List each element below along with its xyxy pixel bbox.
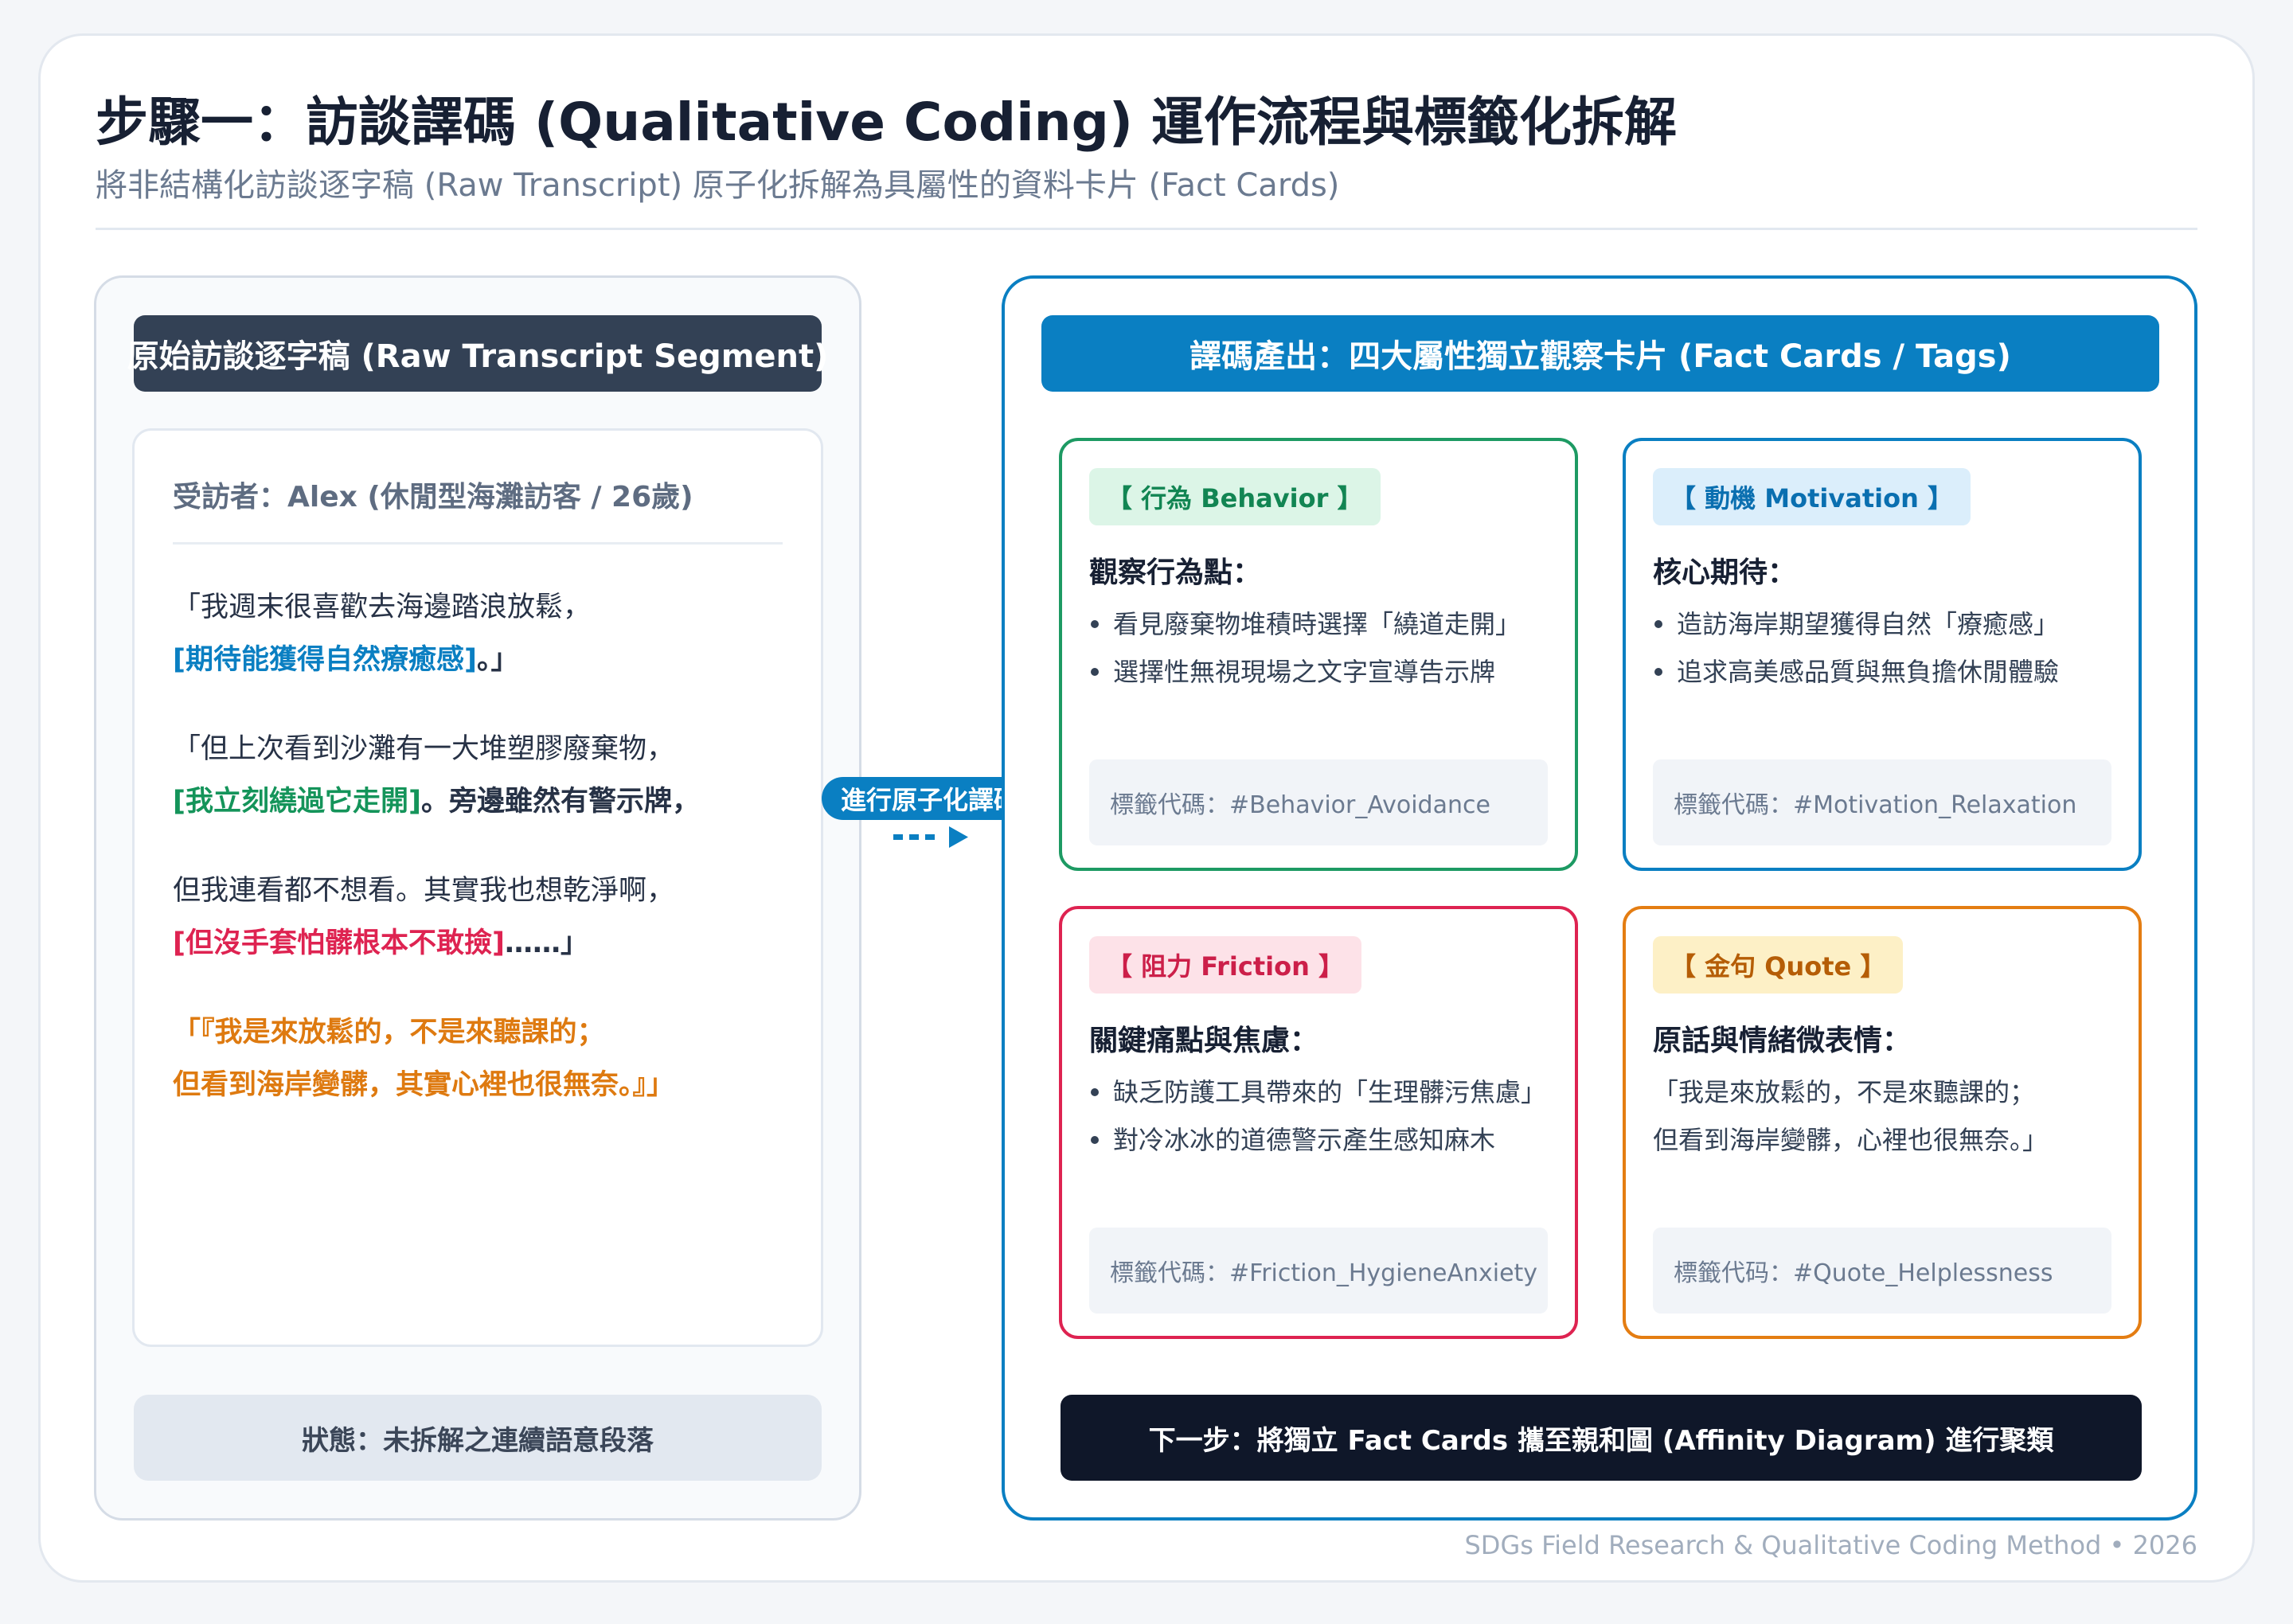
tag-code: 標籤代碼：#Friction_HygieneAnxiety [1089, 1228, 1548, 1314]
card-heading: 關鍵痛點與焦慮： [1089, 1025, 1319, 1057]
page-subtitle: 將非結構化訪談逐字稿 (Raw Transcript) 原子化拆解為具屬性的資料… [96, 167, 1340, 204]
list-item-text: 選擇性無視現場之文字宣導告示牌 [1113, 657, 1496, 687]
list-item: 選擇性無視現場之文字宣導告示牌 [1089, 648, 1521, 696]
behavior-highlight: [我立刻繞過它走開] [173, 786, 421, 818]
interviewee-label: 受訪者：Alex (休閒型海灘訪客 / 26歲) [173, 474, 783, 545]
list-item-text: 追求高美感品質與無負擔休閒體驗 [1677, 657, 2060, 687]
quote-tag: 【 金句 Quote 】 [1653, 936, 1904, 994]
list-item: 造訪海岸期望獲得自然「療癒感」 [1653, 600, 2059, 648]
transcript-line: 但我連看都不想看。其實我也想乾淨啊， [173, 875, 675, 907]
tag-code: 標籤代碼：#Motivation_Relaxation [1653, 759, 2111, 845]
quote-line: 「我是來放鬆的，不是來聽課的； [1653, 1077, 2036, 1107]
list-item: 缺乏防護工具帶來的「生理髒污焦慮」 [1089, 1068, 1546, 1116]
page-title: 步驟一：訪談譯碼 (Qualitative Coding) 運作流程與標籤化拆解 [96, 92, 1678, 153]
motivation-tag: 【 動機 Motivation 】 [1653, 468, 1971, 525]
transcript-line: [我立刻繞過它走開]。旁邊雖然有警示牌， [173, 775, 783, 828]
card-bullets: 看見廢棄物堆積時選擇「繞道走開」 選擇性無視現場之文字宣導告示牌 [1089, 600, 1521, 696]
list-item: 看見廢棄物堆積時選擇「繞道走開」 [1089, 600, 1521, 648]
transcript-line: [但沒手套怕髒根本不敢撿]……」 [173, 917, 783, 970]
transcript-line: 「但上次看到沙灘有一大堆塑膠廢棄物， [173, 733, 675, 765]
footer-credit: SDGs Field Research & Qualitative Coding… [1464, 1530, 2197, 1560]
transcript-paragraph-1: 「我週末很喜歡去海邊踏浪放鬆， [期待能獲得自然療癒感]。」 [173, 581, 783, 686]
transcript-box: 受訪者：Alex (休閒型海灘訪客 / 26歲) 「我週末很喜歡去海邊踏浪放鬆，… [132, 428, 823, 1347]
card-heading: 觀察行為點： [1089, 556, 1262, 589]
list-item: 追求高美感品質與無負擔休閒體驗 [1653, 648, 2059, 696]
friction-card: 【 阻力 Friction 】 關鍵痛點與焦慮： 缺乏防護工具帶來的「生理髒污焦… [1059, 906, 1578, 1339]
bullet-dot-icon [1654, 620, 1662, 628]
transcript-paragraph-2: 「但上次看到沙灘有一大堆塑膠廢棄物， [我立刻繞過它走開]。旁邊雖然有警示牌， [173, 723, 783, 828]
list-item-text: 看見廢棄物堆積時選擇「繞道走開」 [1113, 609, 1522, 639]
list-item-text: 缺乏防護工具帶來的「生理髒污焦慮」 [1113, 1077, 1547, 1107]
friction-tag: 【 阻力 Friction 】 [1089, 936, 1361, 994]
bullet-dot-icon [1091, 1088, 1099, 1096]
bullet-dot-icon [1091, 620, 1099, 628]
tag-code: 標籤代碼：#Behavior_Avoidance [1089, 759, 1548, 845]
quote-highlight-line: 「『我是來放鬆的，不是來聽課的； [173, 1017, 605, 1048]
bullet-dot-icon [1654, 668, 1662, 676]
card-bullets: 造訪海岸期望獲得自然「療癒感」 追求高美感品質與無負擔休閒體驗 [1653, 600, 2059, 696]
transcript-line: [期待能獲得自然療癒感]。」 [173, 634, 783, 686]
quote-highlight-line: 但看到海岸變髒，其實心裡也很無奈。』」 [173, 1069, 675, 1101]
card-bullets: 缺乏防護工具帶來的「生理髒污焦慮」 對冷冰冰的道德警示產生感知麻木 [1089, 1068, 1546, 1164]
transcript-line: 「我週末很喜歡去海邊踏浪放鬆， [173, 591, 592, 623]
card-heading: 原話與情緒微表情： [1653, 1025, 1912, 1057]
tag-code: 標籤代码：#Quote_Helplessness [1653, 1228, 2111, 1314]
quote-text: 「我是來放鬆的，不是來聽課的； 但看到海岸變髒，心裡也很無奈。」 [1653, 1068, 2048, 1164]
fact-cards-header: 譯碼產出：四大屬性獨立觀察卡片 (Fact Cards / Tags) [1041, 315, 2159, 392]
quote-card: 【 金句 Quote 】 原話與情緒微表情： 「我是來放鬆的，不是來聽課的； 但… [1623, 906, 2142, 1339]
transcript-paragraph-4: 「『我是來放鬆的，不是來聽課的； 但看到海岸變髒，其實心裡也很無奈。』」 [173, 1006, 783, 1111]
raw-transcript-header: 原始訪談逐字稿 (Raw Transcript Segment) [127, 315, 828, 392]
bullet-dot-icon [1091, 1136, 1099, 1144]
list-item: 對冷冰冰的道德警示產生感知麻木 [1089, 1116, 1546, 1164]
transcript-text: 。」 [477, 644, 519, 676]
transcript-status: 狀態：未拆解之連續語意段落 [134, 1395, 822, 1481]
motivation-highlight: [期待能獲得自然療癒感] [173, 644, 477, 676]
header-divider [96, 228, 2197, 230]
behavior-tag: 【 行為 Behavior 】 [1089, 468, 1381, 525]
transcript-text: ……」 [505, 927, 589, 959]
transcript-text: 。旁邊雖然有警示牌， [421, 786, 701, 818]
transcript-paragraph-3: 但我連看都不想看。其實我也想乾淨啊， [但沒手套怕髒根本不敢撿]……」 [173, 865, 783, 970]
next-step-bar: 下一步：將獨立 Fact Cards 攜至親和圖 (Affinity Diagr… [1061, 1395, 2142, 1481]
motivation-card: 【 動機 Motivation 】 核心期待： 造訪海岸期望獲得自然「療癒感」 … [1623, 438, 2142, 871]
friction-highlight: [但沒手套怕髒根本不敢撿] [173, 927, 505, 959]
behavior-card: 【 行為 Behavior 】 觀察行為點： 看見廢棄物堆積時選擇「繞道走開」 … [1059, 438, 1578, 871]
list-item-text: 對冷冰冰的道德警示產生感知麻木 [1113, 1125, 1496, 1155]
card-heading: 核心期待： [1653, 556, 1797, 589]
quote-line: 但看到海岸變髒，心裡也很無奈。」 [1653, 1125, 2049, 1155]
bullet-dot-icon [1091, 668, 1099, 676]
dashed-arrow-right-icon [893, 826, 968, 848]
list-item-text: 造訪海岸期望獲得自然「療癒感」 [1677, 609, 2060, 639]
